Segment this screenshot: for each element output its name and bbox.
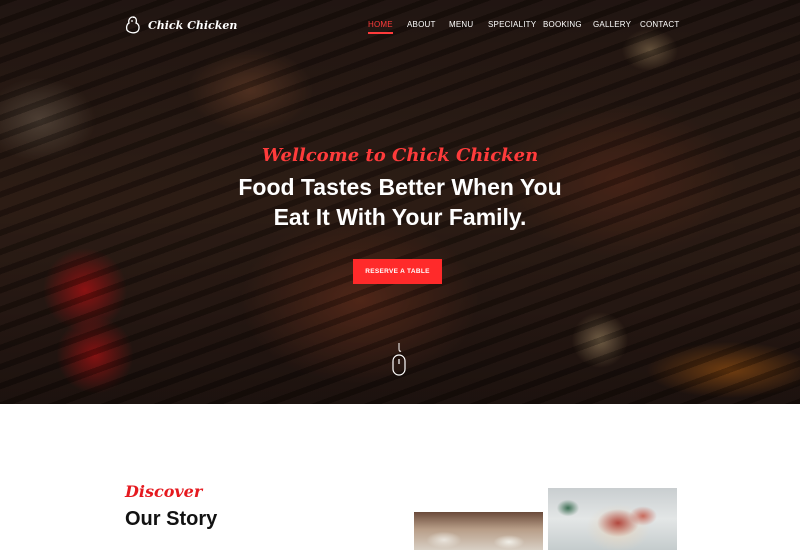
nav-item-label: SPECIALITY [488, 20, 537, 29]
nav-item-label: BOOKING [543, 20, 582, 29]
nav-item-label: HOME [368, 20, 393, 29]
nav-item-booking[interactable]: BOOKING [543, 20, 582, 29]
story-title: Our Story [125, 508, 218, 530]
nav-item-label: MENU [449, 20, 474, 29]
hero-headline-line-1: Food Tastes Better When You [238, 174, 562, 200]
hero-welcome-text: Wellcome to Chick Chicken [261, 145, 539, 166]
nav-item-label: ABOUT [407, 20, 436, 29]
nav-item-gallery[interactable]: GALLERY [593, 20, 631, 29]
hero-banner: Chick Chicken HOME ABOUT MENU SPECIALITY… [0, 0, 800, 404]
nav-item-label: CONTACT [640, 20, 680, 29]
reserve-table-button[interactable]: RESERVE A TABLE [353, 259, 442, 284]
story-kicker: Discover [125, 482, 203, 501]
hero-content: Wellcome to Chick Chicken Food Tastes Be… [0, 145, 800, 232]
nav-item-contact[interactable]: CONTACT [640, 20, 679, 29]
nav-item-speciality[interactable]: SPECIALITY [488, 20, 536, 29]
story-section [0, 404, 800, 550]
mouse-scroll-icon[interactable] [392, 343, 406, 377]
nav-item-home[interactable]: HOME [368, 20, 393, 34]
story-photo-dining [414, 512, 543, 550]
nav-item-about[interactable]: ABOUT [407, 20, 436, 29]
hero-headline-line-2: Eat It With Your Family. [273, 204, 527, 230]
nav-item-label: GALLERY [593, 20, 632, 29]
nav-item-menu[interactable]: MENU [449, 20, 473, 29]
story-photo-dish [548, 488, 677, 550]
main-nav: HOME ABOUT MENU SPECIALITY BOOKING GALLE… [0, 20, 800, 34]
hero-headline: Food Tastes Better When You Eat It With … [0, 172, 800, 232]
nav-active-indicator [368, 32, 393, 34]
